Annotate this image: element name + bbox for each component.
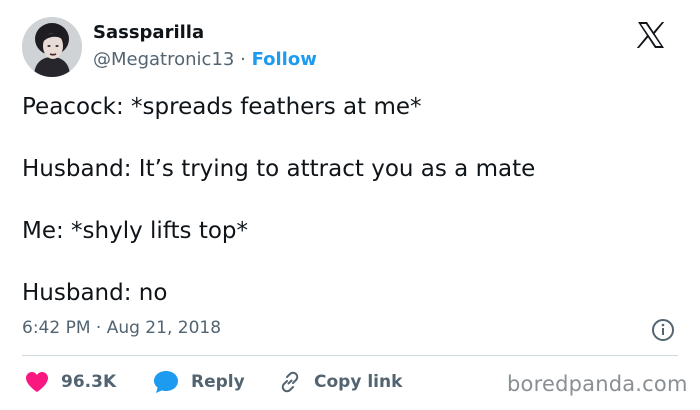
divider [22, 355, 678, 356]
tweet-text-line-3: Me: *shyly lifts top* [22, 218, 249, 244]
like-button[interactable]: 96.3K [25, 369, 116, 395]
follow-button[interactable]: Follow [252, 49, 317, 70]
x-logo-icon[interactable] [636, 20, 666, 50]
reply-button[interactable]: Reply [153, 369, 245, 395]
tweet-text-line-4: Husband: no [22, 280, 168, 306]
info-icon[interactable] [651, 318, 675, 342]
link-icon [281, 371, 299, 393]
author-handle-line: @Megatronic13 · Follow [93, 49, 317, 70]
avatar-photo [22, 17, 82, 77]
tweet-text-line-1: Peacock: *spreads feathers at me* [22, 94, 422, 120]
heart-icon [26, 372, 48, 392]
reply-bubble-icon [154, 371, 178, 393]
avatar[interactable] [22, 17, 82, 77]
tweet-text-line-2: Husband: It’s trying to attract you as a… [22, 156, 536, 182]
reply-label: Reply [191, 372, 245, 392]
author-handle[interactable]: @Megatronic13 [93, 49, 234, 70]
copy-link-label: Copy link [314, 372, 403, 392]
like-count: 96.3K [61, 372, 117, 392]
author-name[interactable]: Sassparilla [93, 22, 204, 43]
tweet-timestamp[interactable]: 6:42 PM · Aug 21, 2018 [22, 318, 221, 338]
watermark: boredpanda.com [507, 372, 688, 396]
copy-link-button[interactable]: Copy link [278, 369, 402, 395]
handle-separator: · [240, 49, 246, 70]
